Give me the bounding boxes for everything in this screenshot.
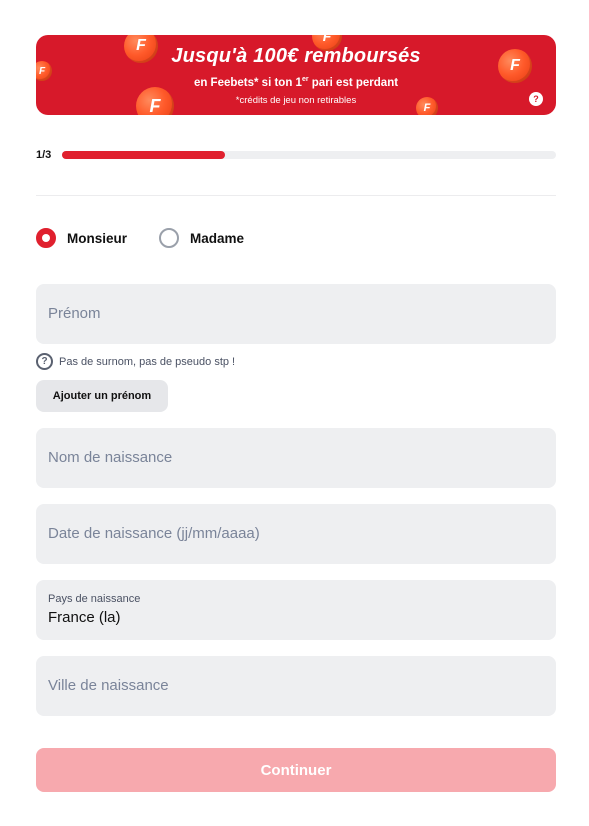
help-icon[interactable]: ? (529, 92, 543, 106)
radio-label-monsieur: Monsieur (67, 230, 128, 246)
banner-note: *crédits de jeu non retirables (235, 95, 357, 106)
step-indicator: 1/3 (36, 149, 52, 161)
birth-city-placeholder: Ville de naissance (48, 677, 169, 694)
first-name-placeholder: Prénom (48, 305, 101, 322)
birth-country-select[interactable]: Pays de naissance France (la) (36, 580, 556, 640)
birth-city-field[interactable]: Ville de naissance (36, 656, 556, 716)
progress-bar (62, 151, 556, 159)
birth-date-field[interactable]: Date de naissance (jj/mm/aaaa) (36, 504, 556, 564)
radio-label-madame: Madame (190, 230, 245, 246)
first-name-field[interactable]: Prénom (36, 284, 556, 344)
birth-country-value: France (la) (48, 609, 121, 626)
question-icon: ? (36, 353, 53, 370)
radio-madame[interactable]: Madame (159, 228, 244, 248)
add-first-name-button[interactable]: Ajouter un prénom (36, 380, 168, 412)
promo-banner: F F F F F F Jusqu'à 100€ remboursés en F… (36, 35, 556, 115)
birth-country-label: Pays de naissance (48, 593, 141, 605)
divider (36, 195, 556, 196)
birth-name-field[interactable]: Nom de naissance (36, 428, 556, 488)
birth-date-placeholder: Date de naissance (jj/mm/aaaa) (48, 525, 260, 542)
banner-subtitle: en Feebets* si ton 1er pari est perdant (193, 76, 399, 89)
radio-monsieur[interactable]: Monsieur (36, 228, 127, 248)
radio-checked-icon[interactable] (36, 228, 56, 248)
continue-button[interactable]: Continuer (36, 748, 556, 792)
birth-name-placeholder: Nom de naissance (48, 449, 173, 466)
hint-text: Pas de surnom, pas de pseudo stp ! (59, 355, 236, 368)
first-name-hint: ? Pas de surnom, pas de pseudo stp ! (36, 353, 235, 370)
radio-unchecked-icon[interactable] (159, 228, 179, 248)
banner-title: Jusqu'à 100€ remboursés (171, 45, 421, 67)
progress-bar-fill (62, 151, 226, 159)
